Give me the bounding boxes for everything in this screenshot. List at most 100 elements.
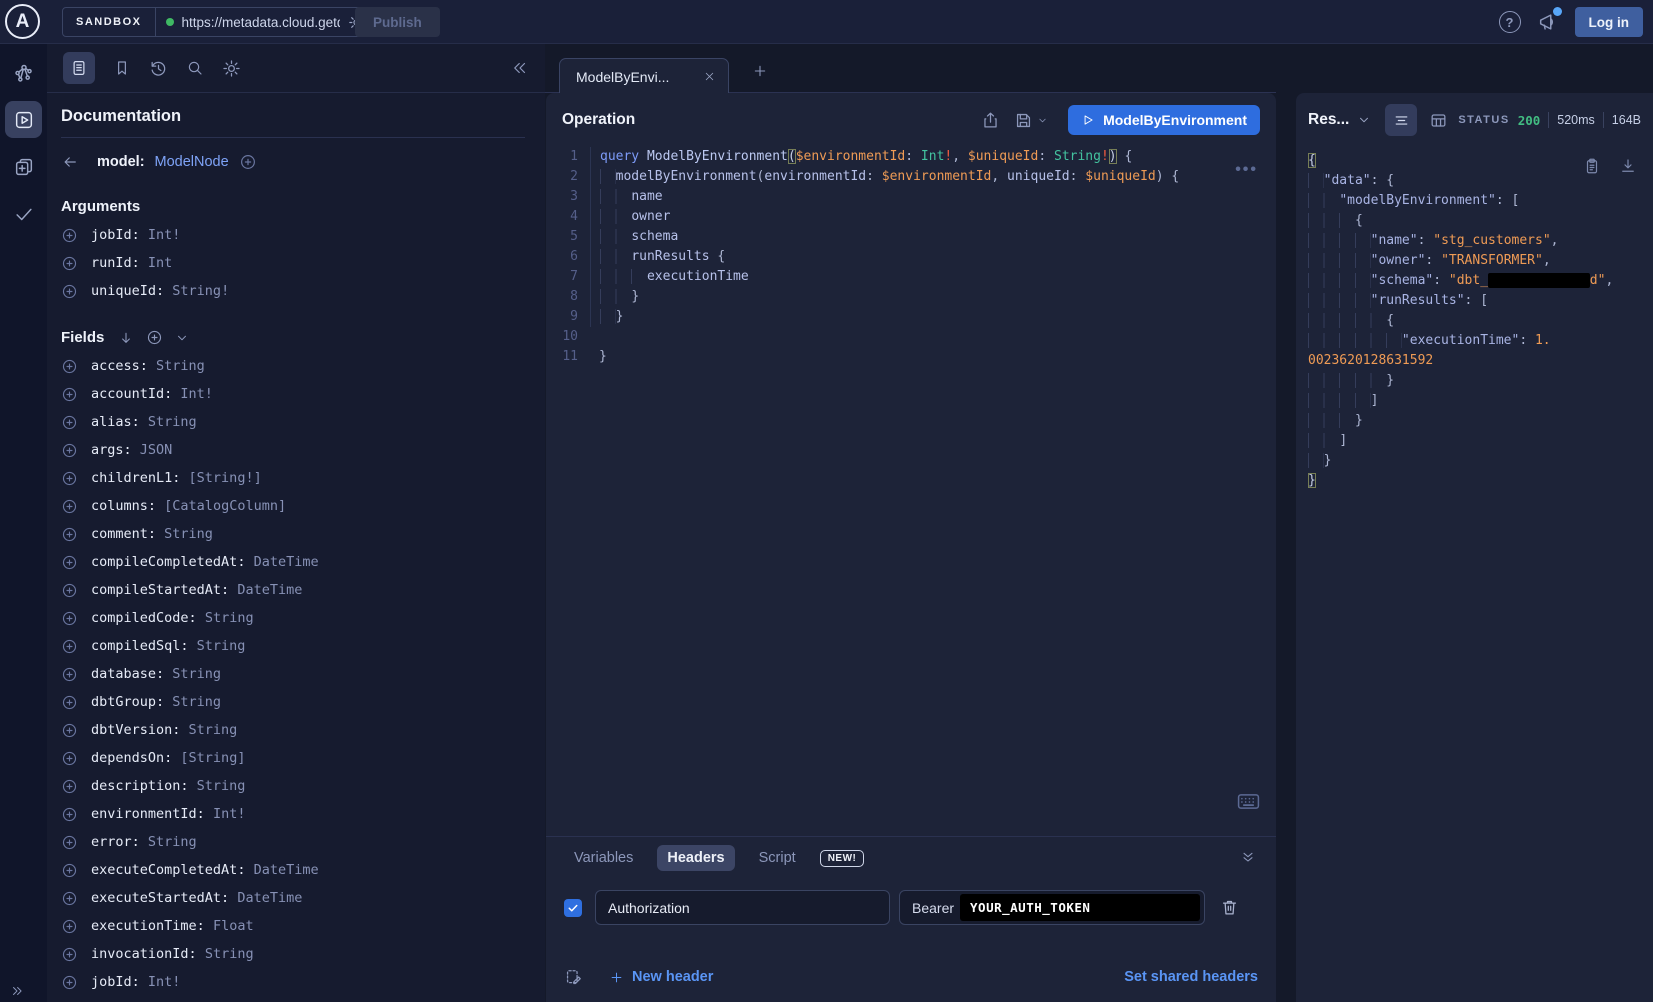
header-enabled-checkbox[interactable] [564, 899, 582, 917]
editor-menu-button[interactable]: ••• [1235, 161, 1258, 179]
bookmark-icon[interactable] [113, 59, 131, 77]
add-field-icon[interactable] [61, 890, 78, 907]
help-icon[interactable]: ? [1499, 11, 1521, 33]
edit-document-icon[interactable] [564, 968, 583, 987]
table-view-button[interactable] [1429, 111, 1448, 130]
add-field-icon[interactable] [61, 806, 78, 823]
add-field-icon[interactable] [61, 918, 78, 935]
set-shared-headers-button[interactable]: Set shared headers [1124, 969, 1258, 985]
delete-header-button[interactable] [1220, 898, 1239, 917]
field-row[interactable]: error: String [61, 828, 525, 856]
add-field-icon[interactable] [61, 470, 78, 487]
keyboard-shortcuts-button[interactable] [1237, 793, 1260, 810]
field-row[interactable]: access: String [61, 352, 525, 380]
add-field-icon[interactable] [61, 638, 78, 655]
download-icon[interactable] [1619, 157, 1637, 175]
add-field-icon[interactable] [61, 834, 78, 851]
add-fields-icon[interactable] [146, 329, 163, 346]
tab-script[interactable]: Script [749, 845, 806, 871]
tab-variables[interactable]: Variables [564, 845, 643, 871]
add-field-icon[interactable] [61, 946, 78, 963]
field-row[interactable]: database: String [61, 660, 525, 688]
publish-button[interactable]: Publish [355, 7, 440, 37]
field-row[interactable]: description: String [61, 772, 525, 800]
add-field-icon[interactable] [61, 582, 78, 599]
expand-rail-button[interactable] [8, 984, 26, 998]
argument-row[interactable]: runId: Int [61, 249, 525, 277]
new-tab-button[interactable] [745, 56, 775, 86]
field-row[interactable]: invocationId: String [61, 940, 525, 968]
share-icon[interactable] [981, 111, 1000, 130]
add-argument-icon[interactable] [61, 255, 78, 272]
argument-row[interactable]: jobId: Int! [61, 221, 525, 249]
chevron-down-icon[interactable] [175, 331, 189, 345]
collapse-bottom-panel-button[interactable] [1240, 849, 1256, 865]
add-field-icon[interactable] [61, 694, 78, 711]
add-field-icon[interactable] [61, 666, 78, 683]
history-icon[interactable] [149, 59, 168, 78]
search-icon[interactable] [186, 59, 204, 77]
field-row[interactable]: jobId: Int! [61, 968, 525, 996]
field-row[interactable]: accountId: Int! [61, 380, 525, 408]
field-row[interactable]: columns: [CatalogColumn] [61, 492, 525, 520]
endpoint-url[interactable]: https://metadata.cloud.getd [182, 15, 340, 30]
collapse-panel-button[interactable] [511, 59, 529, 77]
operation-editor[interactable]: 1 query ModelByEnvironment($environmentI… [546, 147, 1276, 836]
add-field-icon[interactable] [61, 610, 78, 627]
field-row[interactable]: dependsOn: [String] [61, 744, 525, 772]
add-field-icon[interactable] [61, 750, 78, 767]
add-field-icon[interactable] [61, 358, 78, 375]
add-field-icon[interactable] [61, 554, 78, 571]
login-button[interactable]: Log in [1575, 7, 1644, 37]
copy-icon[interactable] [1583, 157, 1601, 175]
field-row[interactable]: compileCompletedAt: DateTime [61, 548, 525, 576]
endpoint-url-box[interactable]: https://metadata.cloud.getd [156, 8, 376, 36]
save-button[interactable] [1014, 111, 1048, 130]
add-field-icon[interactable] [61, 498, 78, 515]
model-type-link[interactable]: ModelNode [155, 154, 229, 170]
operation-tab[interactable]: ModelByEnvi... [559, 58, 729, 94]
field-row[interactable]: environmentId: Int! [61, 800, 525, 828]
add-field-icon[interactable] [61, 722, 78, 739]
apollo-logo[interactable]: A [5, 4, 40, 39]
field-row[interactable]: executeStartedAt: DateTime [61, 884, 525, 912]
close-tab-icon[interactable] [703, 70, 716, 83]
add-field-icon[interactable] [61, 386, 78, 403]
header-key-input[interactable] [595, 890, 890, 925]
sort-down-icon[interactable] [118, 330, 134, 346]
field-row[interactable]: compiledSql: String [61, 632, 525, 660]
add-field-icon[interactable] [61, 526, 78, 543]
documentation-tab-button[interactable] [63, 52, 95, 84]
argument-row[interactable]: uniqueId: String! [61, 277, 525, 305]
add-field-icon[interactable] [61, 862, 78, 879]
rail-explorer-button[interactable] [5, 101, 42, 138]
field-row[interactable]: executionTime: Float [61, 912, 525, 940]
rail-schema-graph-button[interactable] [5, 54, 42, 91]
announcements-button[interactable] [1537, 11, 1559, 33]
field-row[interactable]: alias: String [61, 408, 525, 436]
add-all-fields-icon[interactable] [239, 153, 257, 171]
gear-icon[interactable] [222, 59, 241, 78]
field-row[interactable]: compiledCode: String [61, 604, 525, 632]
tab-headers[interactable]: Headers [657, 845, 734, 871]
rail-checks-button[interactable] [5, 195, 42, 232]
new-header-button[interactable]: New header [609, 969, 713, 985]
add-argument-icon[interactable] [61, 283, 78, 300]
rail-collections-button[interactable] [5, 148, 42, 185]
field-row[interactable]: compileStartedAt: DateTime [61, 576, 525, 604]
field-row[interactable]: dbtVersion: String [61, 716, 525, 744]
field-row[interactable]: args: JSON [61, 436, 525, 464]
field-row[interactable]: executeCompletedAt: DateTime [61, 856, 525, 884]
field-row[interactable]: childrenL1: [String!] [61, 464, 525, 492]
run-operation-button[interactable]: ModelByEnvironment [1068, 105, 1260, 135]
auth-token-value[interactable]: YOUR_AUTH_TOKEN [960, 894, 1200, 921]
add-argument-icon[interactable] [61, 227, 78, 244]
response-dropdown-button[interactable] [1357, 113, 1371, 127]
add-field-icon[interactable] [61, 778, 78, 795]
add-field-icon[interactable] [61, 414, 78, 431]
add-field-icon[interactable] [61, 974, 78, 991]
field-row[interactable]: comment: String [61, 520, 525, 548]
header-value-input[interactable]: Bearer YOUR_AUTH_TOKEN [899, 890, 1205, 925]
field-row[interactable]: dbtGroup: String [61, 688, 525, 716]
back-arrow-icon[interactable] [61, 153, 79, 171]
